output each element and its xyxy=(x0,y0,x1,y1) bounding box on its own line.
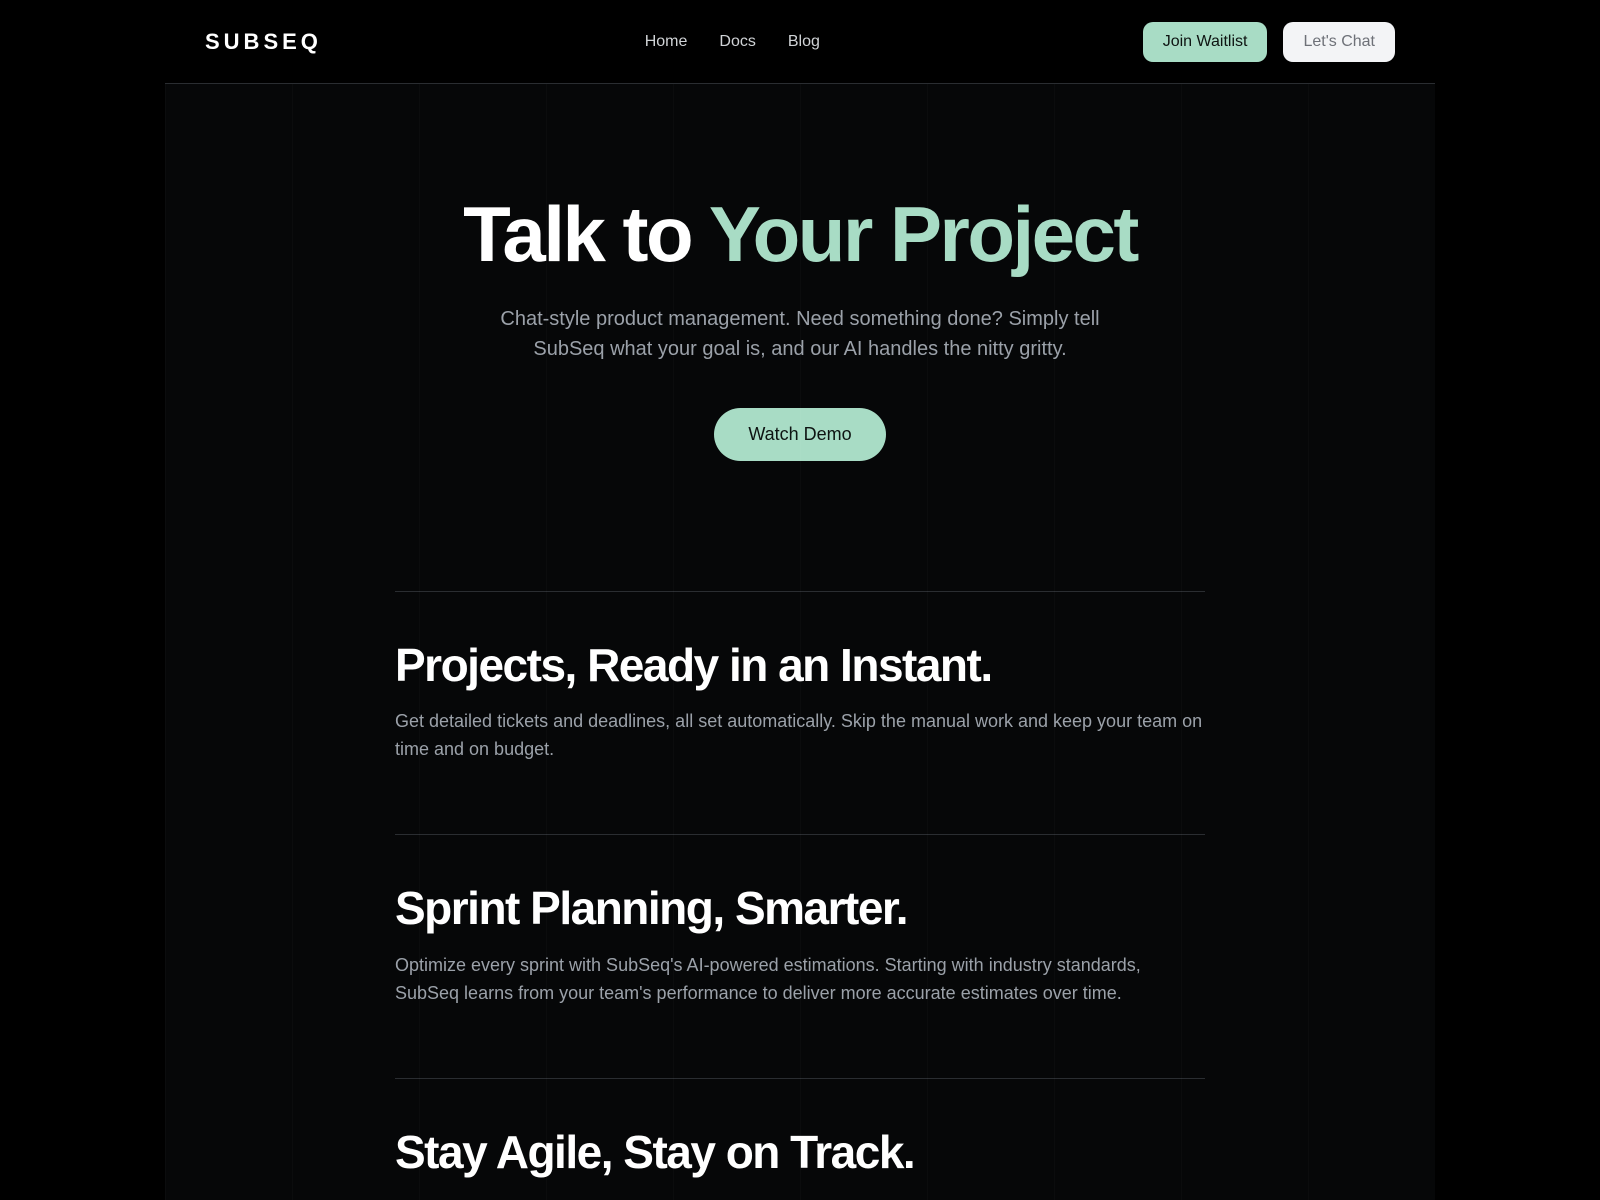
feature-body: Handle emergent work effortlessly. SubSe… xyxy=(395,1195,1205,1200)
header-actions: Join Waitlist Let's Chat xyxy=(1143,22,1395,62)
main-content: Talk to Your Project Chat-style product … xyxy=(165,84,1435,1200)
watch-demo-button[interactable]: Watch Demo xyxy=(714,408,885,461)
join-waitlist-button[interactable]: Join Waitlist xyxy=(1143,22,1268,62)
feature-title: Projects, Ready in an Instant. xyxy=(395,640,1205,691)
primary-nav: Home Docs Blog xyxy=(645,33,820,51)
hero-section: Talk to Your Project Chat-style product … xyxy=(350,194,1250,461)
hero-title: Talk to Your Project xyxy=(350,194,1250,276)
nav-link-docs[interactable]: Docs xyxy=(719,33,755,51)
feature-body: Optimize every sprint with SubSeq's AI-p… xyxy=(395,952,1205,1008)
hero-title-plain: Talk to xyxy=(463,190,709,278)
feature-title: Sprint Planning, Smarter. xyxy=(395,883,1205,934)
feature-body: Get detailed tickets and deadlines, all … xyxy=(395,708,1205,764)
hero-title-accent: Your Project xyxy=(709,190,1137,278)
feature-item: Projects, Ready in an Instant. Get detai… xyxy=(395,591,1205,834)
features-list: Projects, Ready in an Instant. Get detai… xyxy=(395,591,1205,1200)
lets-chat-button[interactable]: Let's Chat xyxy=(1283,22,1395,62)
nav-link-home[interactable]: Home xyxy=(645,33,688,51)
nav-link-blog[interactable]: Blog xyxy=(788,33,820,51)
feature-item: Stay Agile, Stay on Track. Handle emerge… xyxy=(395,1078,1205,1200)
hero-subtitle: Chat-style product management. Need some… xyxy=(470,304,1130,364)
site-header: SUBSEQ Home Docs Blog Join Waitlist Let'… xyxy=(165,0,1435,84)
feature-title: Stay Agile, Stay on Track. xyxy=(395,1127,1205,1178)
feature-item: Sprint Planning, Smarter. Optimize every… xyxy=(395,834,1205,1077)
brand-logo[interactable]: SUBSEQ xyxy=(205,29,322,55)
